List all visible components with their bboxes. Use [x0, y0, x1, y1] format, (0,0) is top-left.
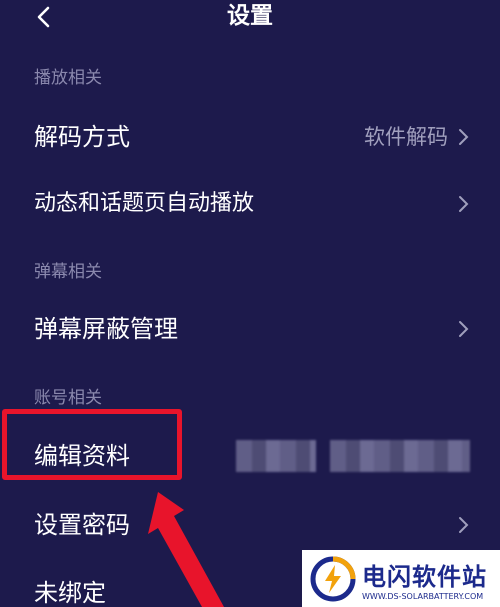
decode-label: 解码方式	[34, 123, 130, 151]
unbound-label: 未绑定	[34, 579, 106, 607]
highlight-box	[2, 409, 182, 480]
setting-row-set-password[interactable]: 设置密码	[0, 495, 500, 555]
set-password-label: 设置密码	[34, 511, 130, 539]
setting-row-autoplay[interactable]: 动态和话题页自动播放	[0, 174, 500, 234]
danmaku-block-label: 弹幕屏蔽管理	[34, 315, 178, 343]
chevron-right-icon	[459, 517, 469, 533]
autoplay-label: 动态和话题页自动播放	[34, 191, 255, 216]
setting-row-decode[interactable]: 解码方式 软件解码	[0, 107, 500, 167]
watermark-subtitle: WWW.DS-SOLARBATTERY.COM	[362, 591, 484, 601]
blurred-account-info	[330, 440, 470, 472]
section-header-playback: 播放相关	[34, 68, 102, 88]
chevron-right-icon	[459, 196, 469, 212]
section-header-account: 账号相关	[34, 388, 102, 408]
annotation-arrow-icon	[148, 492, 224, 607]
chevron-right-icon	[459, 321, 469, 337]
section-header-danmaku: 弹幕相关	[34, 262, 102, 282]
decode-value: 软件解码	[364, 125, 448, 149]
blurred-nickname	[236, 440, 316, 472]
page-title: 设置	[227, 3, 273, 29]
watermark-logo-icon	[310, 556, 356, 601]
watermark-badge: 电闪软件站 WWW.DS-SOLARBATTERY.COM	[302, 550, 500, 607]
setting-row-danmaku-block[interactable]: 弹幕屏蔽管理	[0, 299, 500, 359]
top-bar: 设置	[0, 0, 500, 34]
chevron-right-icon	[459, 129, 469, 145]
watermark-title: 电闪软件站	[362, 562, 487, 591]
